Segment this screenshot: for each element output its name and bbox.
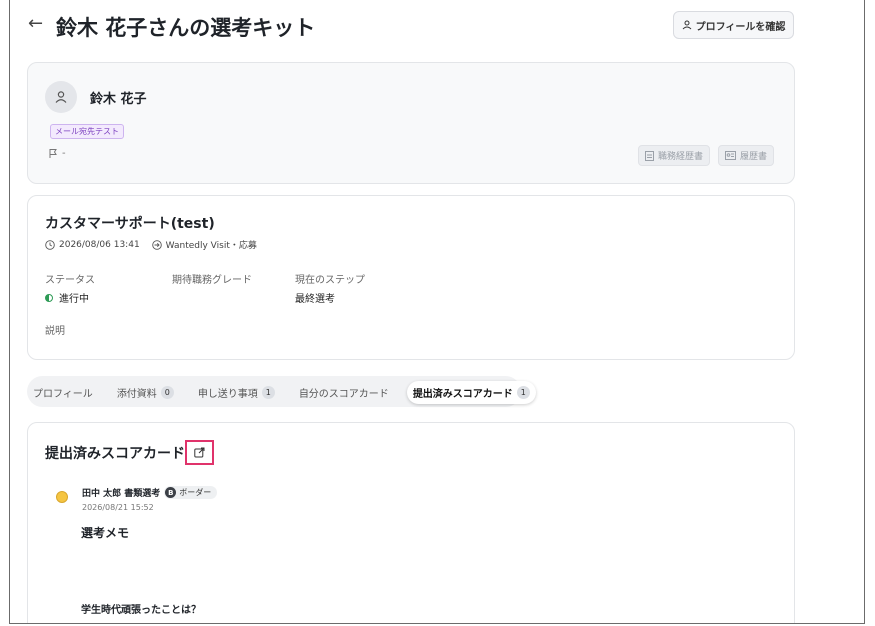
candidate-card: 鈴木 花子 メール宛先テスト - 職務経歴書 履歴書 <box>27 62 795 184</box>
rating-grade: B <box>165 487 177 498</box>
memo-heading: 選考メモ <box>81 526 130 540</box>
tab-count-badge: 1 <box>516 385 530 399</box>
job-title: カスタマーサポート(test) <box>45 216 215 232</box>
tab-submitted-scorecards[interactable]: 提出済みスコアカード 1 <box>406 380 536 404</box>
tab-label: 申し送り事項 <box>197 388 258 400</box>
flag-icon <box>49 149 57 158</box>
flag-value: - <box>62 148 66 159</box>
view-profile-label: プロフィールを確認 <box>695 21 786 33</box>
resume-cv-label: 職務経歴書 <box>658 152 704 162</box>
tab-profile[interactable]: プロフィール <box>27 381 99 404</box>
resume-cv-button[interactable]: 職務経歴書 <box>638 145 711 166</box>
avatar <box>45 81 77 113</box>
description-label: 説明 <box>45 326 65 337</box>
application-source: Wantedly Visit・応募 <box>165 241 257 251</box>
status-value-row: 進行中 <box>45 290 89 305</box>
tab-handover-notes[interactable]: 申し送り事項 1 <box>192 381 281 404</box>
entry-arrow-icon <box>151 239 162 250</box>
document-icon <box>645 150 654 161</box>
view-profile-button[interactable]: プロフィールを確認 <box>673 11 794 39</box>
tab-label: 自分のスコアカード <box>298 388 389 400</box>
tab-my-scorecard[interactable]: 自分のスコアカード <box>293 381 395 404</box>
evaluator-row: 田中 太郎 書類選考 B ボーダー <box>82 486 218 499</box>
open-external-button[interactable] <box>185 440 214 465</box>
job-meta: 2026/08/06 13:41 Wantedly Visit・応募 <box>45 238 257 251</box>
resume-label: 履歴書 <box>740 152 768 162</box>
emoji-icon <box>56 491 68 503</box>
candidate-tag[interactable]: メール宛先テスト <box>50 124 124 139</box>
page-title: 鈴木 花子さんの選考キット <box>56 16 316 40</box>
applied-datetime: 2026/08/06 13:41 <box>59 239 140 250</box>
tab-label: 提出済みスコアカード <box>412 388 513 400</box>
tab-label: 添付資料 <box>116 388 157 400</box>
status-value: 進行中 <box>59 294 89 305</box>
tab-label: プロフィール <box>33 388 93 400</box>
candidate-name: 鈴木 花子 <box>90 92 147 107</box>
step-label: 現在のステップ <box>295 275 365 286</box>
status-label: ステータス <box>45 275 95 286</box>
resume-button[interactable]: 履歴書 <box>718 145 775 166</box>
grade-label: 期待職務グレード <box>172 275 252 286</box>
tab-attachments[interactable]: 添付資料 0 <box>111 381 180 404</box>
scorecard-title: 提出済みスコアカード <box>45 446 185 462</box>
submitted-scorecard-card: 提出済みスコアカード 田中 太郎 書類選考 B ボーダー 2026/08/21 … <box>27 422 795 623</box>
tab-count-badge: 0 <box>160 385 174 399</box>
tab-count-badge: 1 <box>261 385 275 399</box>
evaluator-name: 田中 太郎 書類選考 <box>82 489 161 499</box>
person-icon <box>55 91 67 103</box>
rating-badge: B ボーダー <box>164 486 218 499</box>
person-icon <box>682 20 691 30</box>
question-heading: 学生時代頑張ったことは？ <box>81 605 201 616</box>
back-arrow-icon[interactable]: ← <box>28 13 43 34</box>
evaluation-date: 2026/08/21 15:52 <box>82 503 154 512</box>
external-link-icon <box>194 447 205 458</box>
job-card: カスタマーサポート(test) 2026/08/06 13:41 Wantedl… <box>27 195 795 360</box>
step-value: 最終選考 <box>295 294 335 305</box>
app-frame: ← 鈴木 花子さんの選考キット プロフィールを確認 鈴木 花子 メール宛先テスト… <box>9 0 865 624</box>
flag-row: - <box>48 148 66 159</box>
rating-label: ボーダー <box>179 488 212 497</box>
tab-bar: プロフィール 添付資料 0 申し送り事項 1 自分のスコアカード 提出済みスコア… <box>27 378 536 406</box>
status-progress-icon <box>45 293 53 302</box>
id-card-icon <box>725 151 736 160</box>
clock-icon <box>45 239 55 250</box>
